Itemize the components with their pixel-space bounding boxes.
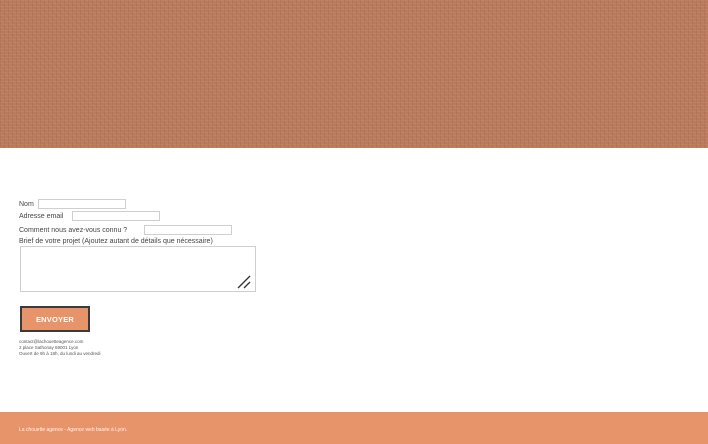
contact-hours: Ouvert de 9h à 18h, du lundi au vendredi <box>19 351 101 356</box>
footer-text: La chouette agence - Agence web basée à … <box>19 427 128 433</box>
brief-textarea[interactable] <box>20 246 256 292</box>
email-input[interactable] <box>72 211 160 221</box>
brief-label: Brief de votre projet (Ajoutez autant de… <box>19 238 213 245</box>
resize-grip-icon[interactable] <box>236 274 252 290</box>
name-input[interactable] <box>38 199 126 209</box>
name-label: Nom <box>19 201 34 208</box>
referral-label: Comment nous avez-vous connu ? <box>19 227 128 234</box>
referral-input[interactable] <box>144 225 232 235</box>
hero-banner <box>0 0 708 148</box>
email-label: Adresse email <box>19 213 64 220</box>
submit-button[interactable]: ENVOYER <box>20 306 90 332</box>
